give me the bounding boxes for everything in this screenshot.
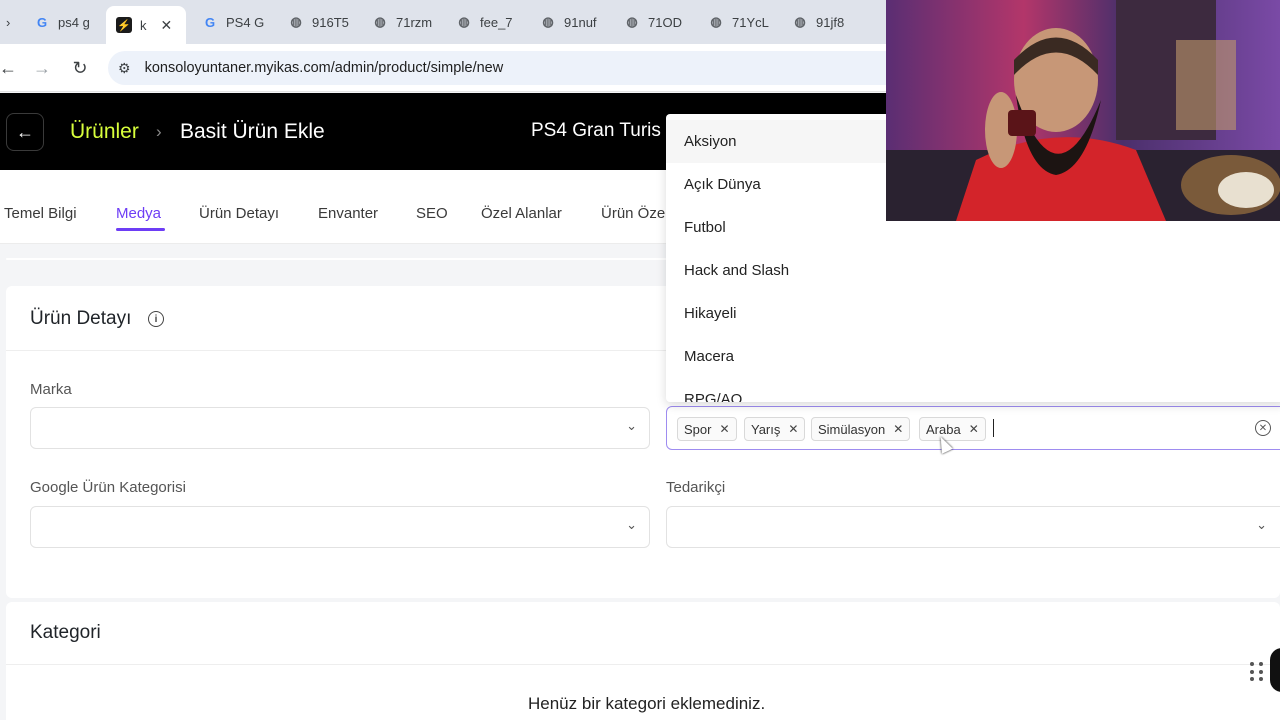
globe-icon: ◍ xyxy=(626,14,638,29)
dropdown-option[interactable]: Hack and Slash xyxy=(666,249,1280,292)
remove-tag-icon[interactable]: ✕ xyxy=(719,422,729,436)
browser-tab-5[interactable]: ◍ 71rzm xyxy=(362,6,442,38)
globe-icon: ◍ xyxy=(290,14,302,29)
tab-urun-detayi[interactable]: Ürün Detayı xyxy=(199,205,279,222)
tab-label: 91nuf xyxy=(564,14,597,30)
tab-label: PS4 G xyxy=(226,14,265,30)
browser-tab-7[interactable]: ◍ 91nuf xyxy=(530,6,610,38)
text-caret xyxy=(993,419,994,437)
tab-seo[interactable]: SEO xyxy=(416,205,448,222)
address-bar[interactable]: ⚙ konsoloyuntaner.myikas.com/admin/produ… xyxy=(108,51,908,85)
tag-chip: Simülasyon ✕ xyxy=(811,417,911,441)
brand-select[interactable]: ⌄ xyxy=(30,407,650,449)
dropdown-option[interactable]: Hikayeli xyxy=(666,292,1280,335)
page-title: Basit Ürün Ekle xyxy=(180,120,325,143)
site-settings-icon[interactable]: ⚙ xyxy=(118,60,131,77)
tab-label: ps4 g xyxy=(58,14,90,30)
tab-label: k xyxy=(140,17,147,33)
card-title: Ürün Detayı xyxy=(30,308,132,329)
browser-tab-3[interactable]: G PS4 G xyxy=(192,6,272,38)
ikas-icon: ⚡ xyxy=(116,17,132,33)
remove-tag-icon[interactable]: ✕ xyxy=(969,422,979,436)
remove-tag-icon[interactable]: ✕ xyxy=(788,422,798,436)
browser-tab-1[interactable]: G ps4 g xyxy=(24,6,106,38)
chevron-down-icon: ⌄ xyxy=(626,418,637,433)
browser-tab-partial[interactable]: › xyxy=(0,6,18,38)
supplier-label: Tedarikçi xyxy=(666,479,726,496)
chevron-right-icon: › xyxy=(156,122,162,141)
dropdown-option[interactable]: RPG/AO xyxy=(666,378,1280,402)
tag-chip: Araba ✕ xyxy=(919,417,986,441)
tag-label: Spor xyxy=(684,421,712,437)
browser-tab-2[interactable]: ⚡ k ✕ xyxy=(106,6,186,44)
globe-icon: ◍ xyxy=(794,14,806,29)
forward-arrow-icon[interactable]: → xyxy=(30,56,54,80)
remove-tag-icon[interactable]: ✕ xyxy=(893,422,903,436)
tab-medya[interactable]: Medya xyxy=(116,205,161,222)
info-icon[interactable]: i xyxy=(148,311,164,327)
tag-chip: Yarış ✕ xyxy=(744,417,806,441)
chevron-icon: › xyxy=(6,14,11,30)
tab-urun-ozellikleri[interactable]: Ürün Öze xyxy=(601,205,665,222)
divider xyxy=(6,664,1280,665)
tag-chip: Spor ✕ xyxy=(677,417,737,441)
close-tab-icon[interactable]: ✕ xyxy=(161,17,173,34)
google-icon: G xyxy=(36,14,48,30)
breadcrumb-root[interactable]: Ürünler xyxy=(70,120,139,144)
chevron-down-icon: ⌄ xyxy=(1256,517,1267,532)
active-tab-indicator xyxy=(116,228,165,231)
browser-tab-4[interactable]: ◍ 916T5 xyxy=(278,6,358,38)
url-text: konsoloyuntaner.myikas.com/admin/product… xyxy=(144,60,504,76)
google-category-label: Google Ürün Kategorisi xyxy=(30,479,186,496)
arrow-left-icon: ← xyxy=(16,121,34,142)
tab-label: 71YcL xyxy=(732,14,769,30)
reload-icon[interactable]: ↻ xyxy=(68,56,92,80)
product-name: PS4 Gran Turis xyxy=(531,120,661,141)
tag-label: Simülasyon xyxy=(818,421,886,437)
tag-label: Yarış xyxy=(751,421,781,437)
globe-icon: ◍ xyxy=(710,14,722,29)
tab-label: 71OD xyxy=(648,14,682,30)
globe-icon: ◍ xyxy=(542,14,554,29)
card-title: Kategori xyxy=(30,622,101,643)
supplier-select[interactable]: ⌄ xyxy=(666,506,1280,548)
tag-multiselect-input[interactable]: Spor ✕ Yarış ✕ Simülasyon ✕ Araba ✕ ✕ xyxy=(666,406,1280,450)
drag-handle-icon[interactable] xyxy=(1250,662,1264,682)
google-category-select[interactable]: ⌄ xyxy=(30,506,650,548)
tab-label: 91jf8 xyxy=(816,14,845,30)
tab-label: 916T5 xyxy=(312,14,349,30)
back-arrow-icon[interactable]: ← xyxy=(0,56,20,80)
globe-icon: ◍ xyxy=(374,14,386,29)
chevron-down-icon: ⌄ xyxy=(626,517,637,532)
browser-tab-10[interactable]: ◍ 91jf8 xyxy=(782,6,862,38)
tab-label: 71rzm xyxy=(396,14,433,30)
webcam-image xyxy=(886,0,1280,221)
dropdown-option[interactable]: Macera xyxy=(666,335,1280,378)
clear-all-icon[interactable]: ✕ xyxy=(1255,420,1271,436)
chat-widget-button[interactable] xyxy=(1270,648,1280,692)
browser-tab-8[interactable]: ◍ 71OD xyxy=(614,6,694,38)
tab-envanter[interactable]: Envanter xyxy=(318,205,378,222)
tab-label: fee_7 xyxy=(480,14,513,30)
back-button[interactable]: ← xyxy=(6,113,44,151)
globe-icon: ◍ xyxy=(458,14,470,29)
tab-temel-bilgi[interactable]: Temel Bilgi xyxy=(4,205,77,222)
tab-ozel-alanlar[interactable]: Özel Alanlar xyxy=(481,205,562,222)
google-icon: G xyxy=(204,14,216,30)
browser-tab-9[interactable]: ◍ 71YcL xyxy=(698,6,778,38)
brand-label: Marka xyxy=(30,381,72,398)
empty-category-message: Henüz bir kategori eklemediniz. xyxy=(528,694,766,713)
browser-tab-6[interactable]: ◍ fee_7 xyxy=(446,6,526,38)
webcam-overlay xyxy=(886,0,1280,221)
